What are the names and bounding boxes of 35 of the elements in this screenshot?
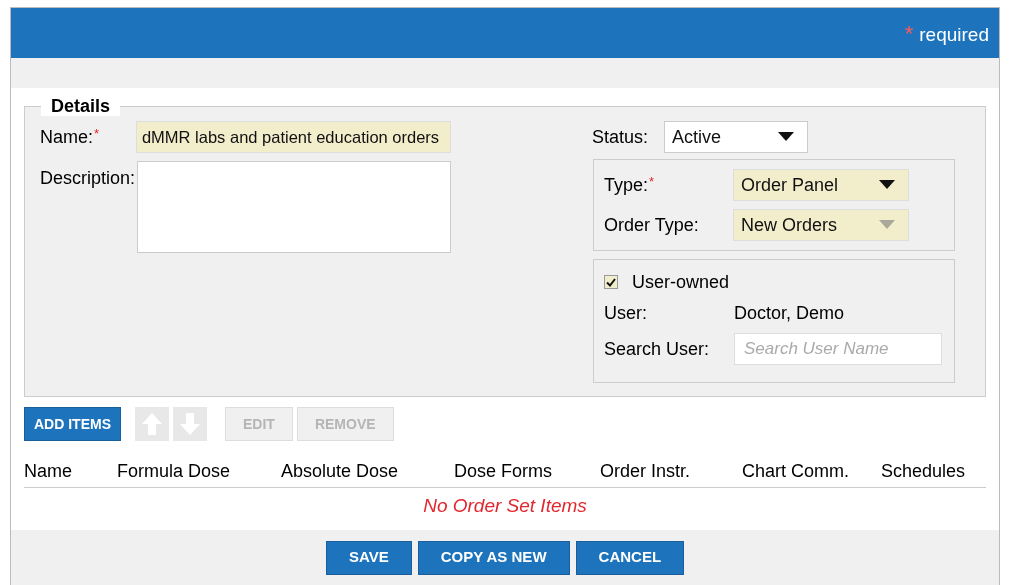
- field-label: Description:: [40, 167, 137, 190]
- column-header: Dose Forms: [454, 460, 553, 483]
- column-header: Schedules: [881, 460, 967, 483]
- column-header: Absolute Dose: [281, 460, 400, 483]
- user-value: Doctor, Demo: [734, 301, 845, 325]
- required-mark: *: [94, 125, 100, 141]
- description-field[interactable]: [136, 161, 451, 253]
- checkbox-label: User-owned: [632, 270, 730, 294]
- add-items-button[interactable]: ADD ITEMS: [24, 407, 121, 441]
- caret-icon: [879, 220, 895, 230]
- type-select[interactable]: Order Panel: [733, 169, 909, 201]
- search-user-field[interactable]: Search User Name: [734, 333, 942, 365]
- copy-button[interactable]: COPY AS NEW: [417, 540, 570, 575]
- field-label: Search User:: [604, 337, 711, 361]
- column-header: Name: [24, 460, 73, 483]
- cancel-button[interactable]: CANCEL: [575, 540, 685, 575]
- name-field[interactable]: dMMR labs and patient education orders: [135, 121, 451, 153]
- column-header: Formula Dose: [117, 460, 232, 483]
- column-header: Chart Comm.: [742, 460, 850, 483]
- field-label: Status:: [592, 125, 650, 149]
- field-label: User:: [604, 301, 648, 325]
- field-label: Order Type:: [604, 213, 700, 237]
- checkbox[interactable]: [604, 275, 618, 289]
- caret-icon: [778, 132, 794, 142]
- check-icon: [606, 277, 616, 287]
- required-note: * required: [904, 19, 989, 48]
- required-mark: *: [649, 173, 655, 189]
- field-label: Type:*: [604, 172, 656, 197]
- column-header: Order Instr.: [600, 460, 692, 483]
- details-legend: Details: [41, 96, 121, 116]
- caret-icon: [879, 180, 895, 190]
- save-button[interactable]: SAVE: [325, 540, 412, 575]
- empty-message: No Order Set Items: [423, 493, 587, 518]
- status-select[interactable]: Active: [664, 121, 808, 153]
- field-label: Name:*: [40, 124, 101, 149]
